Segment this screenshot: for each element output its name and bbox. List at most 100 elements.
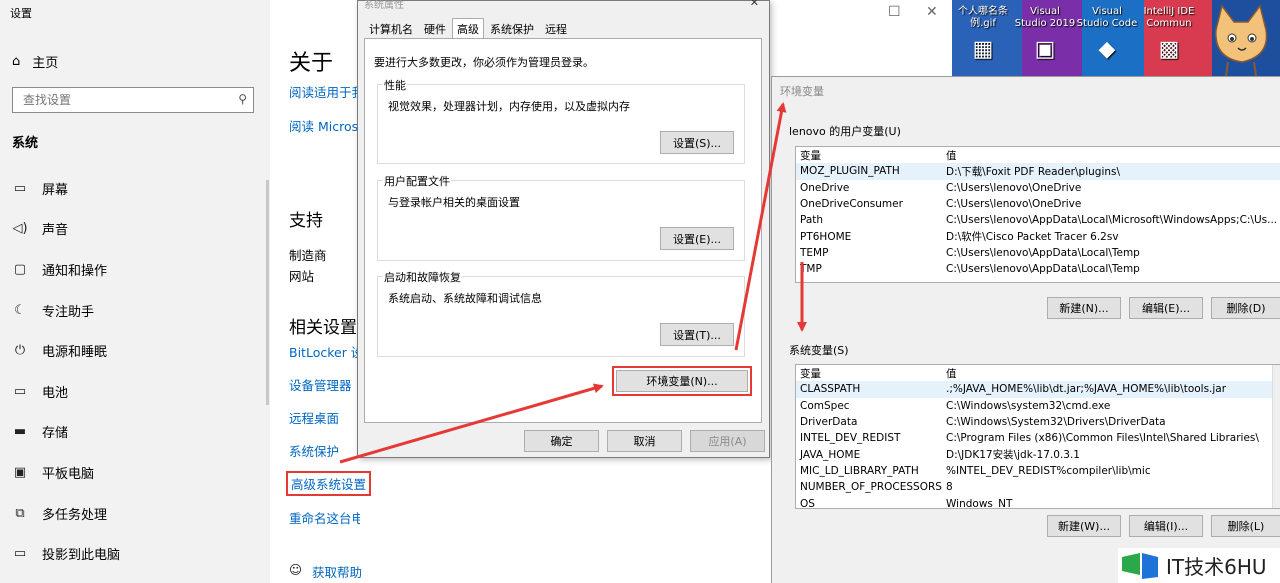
desktop-icon-vscode[interactable]: Visual Studio Code ◆ — [1076, 6, 1138, 61]
apply-button[interactable]: 应用(A) — [690, 430, 765, 452]
table-row[interactable]: DriverData C:\Windows\System32\Drivers\Dr… — [796, 414, 1280, 430]
sidebar-item-multitasking[interactable]: ⧉ 多任务处理 — [0, 493, 270, 534]
column-header-variable[interactable]: 变量 — [796, 148, 942, 163]
startup-recovery-settings-button[interactable]: 设置(T)... — [660, 323, 734, 346]
table-row[interactable]: OneDriveConsumer C:\Users\lenovo\OneDrive — [796, 196, 1280, 212]
user-variables-table[interactable]: 变量 值 MOZ_PLUGIN_PATH D:\下载\Foxit PDF Read… — [795, 146, 1280, 283]
get-help-label: 获取帮助 — [312, 565, 363, 580]
sidebar-item-battery[interactable]: ▭ 电池 — [0, 371, 270, 412]
group-title: 性能 — [383, 77, 407, 93]
table-row[interactable]: MOZ_PLUGIN_PATH D:\下载\Foxit PDF Reader\pl… — [796, 163, 1280, 180]
remote-desktop-link[interactable]: 远程桌面 — [289, 408, 339, 427]
user-profiles-settings-button[interactable]: 设置(E)... — [660, 227, 734, 250]
storage-icon: ▬ — [13, 424, 27, 440]
table-row[interactable]: INTEL_DEV_REDIST C:\Program Files (x86)\C… — [796, 430, 1280, 446]
cancel-button[interactable]: 取消 — [607, 430, 682, 452]
sidebar-item-label: 主页 — [32, 56, 59, 71]
group-title: 用户配置文件 — [383, 173, 451, 189]
system-delete-button[interactable]: 删除(L) — [1211, 515, 1280, 537]
table-row[interactable]: CLASSPATH .;%JAVA_HOME%\lib\dt.jar;%JAVA_… — [796, 381, 1280, 398]
user-new-button[interactable]: 新建(N)... — [1047, 297, 1121, 319]
table-row[interactable]: ComSpec C:\Windows\system32\cmd.exe — [796, 398, 1280, 414]
notification-icon: ▢ — [13, 261, 27, 277]
gif-file-icon: ▦ — [972, 37, 994, 62]
column-header-value[interactable]: 值 — [942, 366, 1280, 381]
search-input[interactable] — [13, 88, 223, 112]
tab-system-protection[interactable]: 系统保护 — [485, 18, 539, 38]
read-microsoft-link[interactable]: 阅读 Microso — [289, 116, 360, 135]
sidebar-item-sound[interactable]: ◁) 声音 — [0, 209, 270, 250]
sidebar-item-notifications[interactable]: ▢ 通知和操作 — [0, 249, 270, 290]
sidebar-item-home[interactable]: ⌂ 主页 — [12, 52, 58, 71]
system-variables-heading: 系统变量(S) — [789, 344, 849, 357]
variable-name: CLASSPATH — [800, 383, 861, 396]
performance-group: 性能 视觉效果，处理器计划，内存使用，以及虚拟内存 设置(S)... — [377, 77, 745, 164]
user-edit-button[interactable]: 编辑(E)... — [1129, 297, 1203, 319]
sidebar-item-focus[interactable]: ☾ 专注助手 — [0, 290, 270, 331]
system-protection-link[interactable]: 系统保护 — [289, 441, 339, 460]
sidebar-item-label: 多任务处理 — [42, 507, 108, 523]
variable-name: OneDrive — [800, 181, 850, 194]
sidebar-item-label: 平板电脑 — [42, 466, 95, 482]
watermark-logo-icon — [1122, 552, 1158, 579]
bitlocker-link[interactable]: BitLocker 设 — [289, 342, 360, 361]
table-row[interactable]: TMP C:\Users\lenovo\AppData\Local\Temp — [796, 261, 1280, 277]
column-header-value[interactable]: 值 — [942, 148, 1280, 163]
table-row[interactable]: OneDrive C:\Users\lenovo\OneDrive — [796, 180, 1280, 196]
settings-sidebar: 设置 ⌂ 主页 ⚲ 系统 ▭ 屏幕 ◁) 声音 ▢ 通知和操作 ☾ 专注助手 ⏻ 电源和睡… — [0, 0, 270, 583]
desktop-background: 个人哪名条 例.gif ▦ Visual Studio 2019 ▣ Visua… — [952, 0, 1280, 76]
table-row[interactable]: PT6HOME D:\软件\Cisco Packet Tracer 6.2sv — [796, 228, 1280, 244]
ok-button[interactable]: 确定 — [524, 430, 599, 452]
search-field[interactable]: ⚲ — [12, 87, 254, 113]
sidebar-item-display[interactable]: ▭ 屏幕 — [0, 168, 270, 209]
sidebar-item-label: 通知和操作 — [42, 263, 108, 279]
monitor-icon: ▭ — [13, 180, 27, 196]
section-title-system: 系统 — [12, 136, 39, 151]
variable-name: ComSpec — [800, 399, 850, 412]
advanced-tab-panel: 要进行大多数更改，你必须作为管理员登录。 性能 视觉效果，处理器计划，内存使用，… — [364, 38, 762, 423]
performance-settings-button[interactable]: 设置(S)... — [660, 131, 734, 154]
table-scrollbar[interactable] — [1272, 365, 1280, 508]
system-new-button[interactable]: 新建(W)... — [1047, 515, 1121, 537]
table-row[interactable]: JAVA_HOME D:\JDK17安装\jdk-17.0.3.1 — [796, 446, 1280, 462]
sidebar-item-project[interactable]: ▭ 投影到此电脑 — [0, 533, 270, 574]
variable-name: NUMBER_OF_PROCESSORS — [800, 481, 942, 494]
desktop-icon-intellij[interactable]: IntelliJ IDE Commun ▩ — [1138, 6, 1200, 62]
variable-name: OneDriveConsumer — [800, 198, 903, 211]
close-icon[interactable]: ✕ — [750, 0, 759, 9]
sidebar-item-power[interactable]: ⏻ 电源和睡眠 — [0, 330, 270, 371]
close-icon[interactable]: ✕ — [926, 4, 938, 20]
tab-remote[interactable]: 远程 — [540, 18, 572, 38]
table-row[interactable]: NUMBER_OF_PROCESSORS 8 — [796, 479, 1280, 495]
table-row[interactable]: Path C:\Users\lenovo\AppData\Local\Micros… — [796, 212, 1280, 228]
environment-variables-button[interactable]: 环境变量(N)... — [612, 366, 752, 396]
read-statement-link[interactable]: 阅读适用于我 — [289, 82, 360, 101]
table-row[interactable]: OS Windows_NT — [796, 495, 1280, 508]
system-variables-table[interactable]: 变量 值 CLASSPATH .;%JAVA_HOME%\lib\dt.jar;%… — [795, 364, 1280, 509]
desktop-icon-gif[interactable]: 个人哪名条 例.gif ▦ — [952, 6, 1014, 62]
variable-value: C:\Windows\system32\cmd.exe — [946, 399, 1111, 412]
maximize-icon[interactable]: ☐ — [888, 4, 901, 20]
table-row[interactable]: MIC_LD_LIBRARY_PATH %INTEL_DEV_REDIST%com… — [796, 463, 1280, 479]
rename-pc-link[interactable]: 重命名这台电脑 — [289, 508, 360, 527]
intellij-icon: ▩ — [1158, 37, 1180, 62]
sidebar-item-tablet[interactable]: ▣ 平板电脑 — [0, 452, 270, 493]
device-manager-link[interactable]: 设备管理器 — [289, 375, 352, 394]
table-row[interactable]: TEMP C:\Users\lenovo\AppData\Local\Temp — [796, 245, 1280, 261]
get-help-link[interactable]: ☺ 获取帮助 — [289, 562, 362, 581]
group-description: 视觉效果，处理器计划，内存使用，以及虚拟内存 — [388, 100, 630, 113]
system-edit-button[interactable]: 编辑(I)... — [1129, 515, 1203, 537]
advanced-system-settings-link[interactable]: 高级系统设置 — [286, 471, 372, 496]
desktop-icon-visual-studio[interactable]: Visual Studio 2019 ▣ — [1014, 6, 1076, 61]
sidebar-item-storage[interactable]: ▬ 存储 — [0, 412, 270, 453]
column-header-variable[interactable]: 变量 — [796, 366, 942, 381]
sidebar-item-label: 电池 — [42, 385, 69, 401]
sidebar-scrollbar[interactable] — [266, 180, 269, 405]
tab-hardware[interactable]: 硬件 — [419, 18, 451, 38]
tab-computer-name[interactable]: 计算机名 — [364, 18, 418, 38]
variable-value: %INTEL_DEV_REDIST%compiler\lib\mic — [946, 464, 1151, 477]
variable-name: TMP — [800, 263, 822, 276]
sidebar-item-label: 存储 — [42, 426, 69, 442]
tab-advanced[interactable]: 高级 — [452, 18, 484, 38]
user-delete-button[interactable]: 删除(D) — [1211, 297, 1280, 319]
